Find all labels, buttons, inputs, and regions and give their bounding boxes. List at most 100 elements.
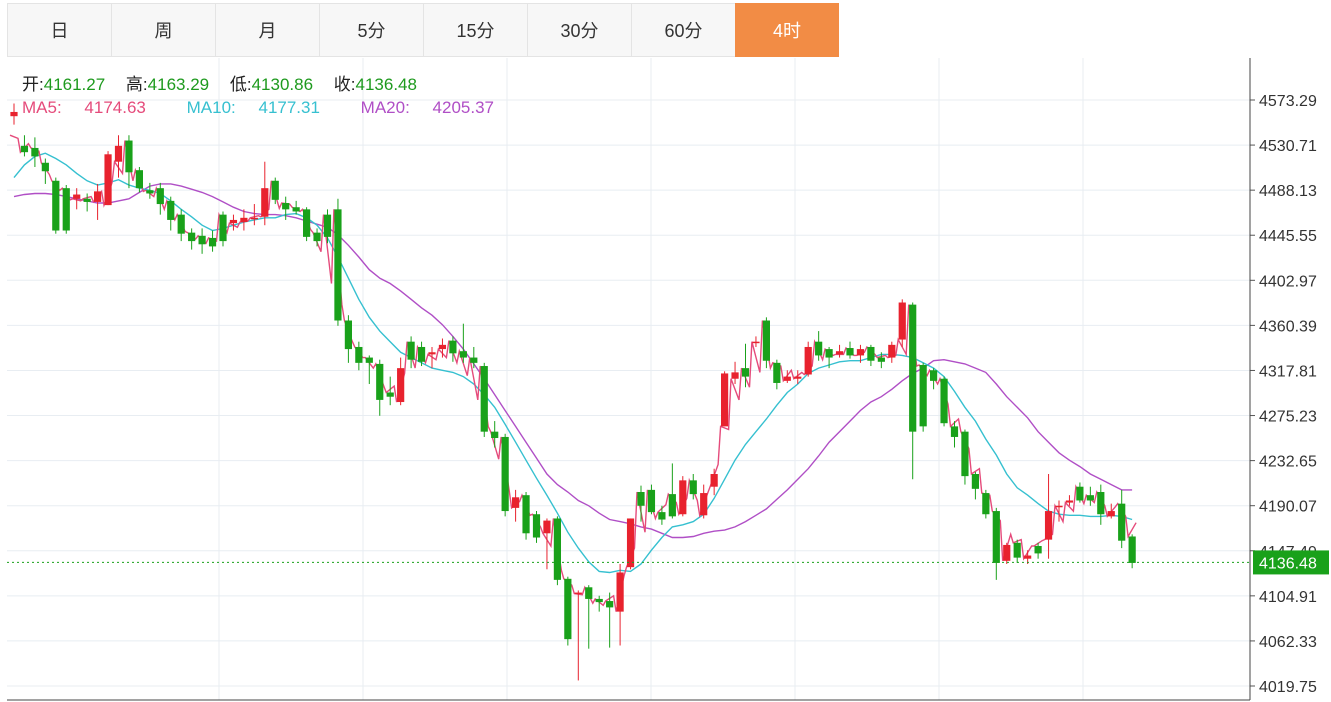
candle[interactable] <box>62 184 70 234</box>
candle[interactable] <box>1097 484 1105 525</box>
candle-body <box>762 320 770 361</box>
candle[interactable] <box>365 355 373 385</box>
candle[interactable] <box>73 188 81 210</box>
candle[interactable] <box>355 341 363 371</box>
candle[interactable] <box>208 230 217 252</box>
candle-body <box>229 219 238 224</box>
candle[interactable] <box>428 346 436 369</box>
candle[interactable] <box>773 359 781 390</box>
y-tick-label: 4445.55 <box>1259 228 1317 245</box>
candle[interactable] <box>10 103 18 125</box>
candle[interactable] <box>668 463 676 519</box>
candle[interactable] <box>919 362 927 432</box>
candle[interactable] <box>522 492 530 540</box>
candle[interactable] <box>313 228 321 247</box>
candle[interactable] <box>438 338 447 358</box>
candle[interactable] <box>83 193 91 212</box>
candle[interactable] <box>909 302 917 480</box>
candle[interactable] <box>741 343 750 388</box>
candle-body <box>961 431 969 477</box>
candle-body <box>428 352 436 355</box>
candle[interactable] <box>491 421 499 448</box>
candle[interactable] <box>971 471 979 500</box>
candle[interactable] <box>1086 486 1094 506</box>
candle[interactable] <box>417 341 426 367</box>
candle[interactable] <box>835 344 844 358</box>
candle[interactable] <box>480 362 488 437</box>
high-label: 高: <box>125 75 148 94</box>
candle[interactable] <box>992 507 1000 580</box>
candle[interactable] <box>271 177 279 205</box>
candle[interactable] <box>867 344 875 367</box>
candle[interactable] <box>898 299 906 347</box>
candle[interactable] <box>104 151 112 206</box>
candle[interactable] <box>846 341 854 359</box>
candle[interactable] <box>585 585 593 649</box>
candle[interactable] <box>303 207 311 242</box>
candle[interactable] <box>41 158 49 184</box>
candle-body <box>303 209 311 237</box>
ma10-label: MA10: <box>186 98 236 117</box>
candle[interactable] <box>961 429 969 485</box>
candle[interactable] <box>229 214 238 231</box>
candle[interactable] <box>52 177 60 234</box>
candle[interactable] <box>700 484 708 519</box>
candle-body <box>950 426 959 437</box>
candle[interactable] <box>888 341 896 363</box>
candle[interactable] <box>637 485 645 522</box>
candle-body <box>292 207 300 212</box>
candle[interactable] <box>292 200 300 215</box>
candle[interactable] <box>94 183 102 220</box>
candle[interactable] <box>167 196 175 231</box>
candle[interactable] <box>20 135 29 157</box>
candle[interactable] <box>1118 489 1126 549</box>
candle[interactable] <box>1044 474 1053 559</box>
candle-body <box>323 214 332 237</box>
candle[interactable] <box>804 341 812 377</box>
candle[interactable] <box>156 182 164 215</box>
candle-body <box>41 162 49 172</box>
candle[interactable] <box>532 511 541 543</box>
candle[interactable] <box>930 368 938 390</box>
candle[interactable] <box>261 161 269 226</box>
candle[interactable] <box>323 209 332 244</box>
candle[interactable] <box>940 376 948 427</box>
candle[interactable] <box>658 505 666 525</box>
candle[interactable] <box>982 489 990 519</box>
candle[interactable] <box>376 359 384 416</box>
candle[interactable] <box>198 228 206 254</box>
candle[interactable] <box>125 135 133 189</box>
candle[interactable] <box>31 137 39 168</box>
candle[interactable] <box>1076 482 1084 503</box>
candle[interactable] <box>512 489 520 522</box>
ma5-readout: MA5: 4174.63 <box>22 98 164 117</box>
candle[interactable] <box>501 433 509 517</box>
candle[interactable] <box>553 516 561 586</box>
candle-body <box>114 145 123 162</box>
candle[interactable] <box>710 468 718 496</box>
candle[interactable] <box>574 590 582 681</box>
candle[interactable] <box>1003 542 1011 564</box>
candle[interactable] <box>721 371 729 427</box>
candle[interactable] <box>459 323 467 363</box>
candle[interactable] <box>762 317 770 369</box>
candle[interactable] <box>616 563 624 646</box>
candle[interactable] <box>397 357 405 406</box>
candle[interactable] <box>1128 534 1136 569</box>
chart-grid: 4573.29 4530.71 4488.13 4445.55 4402.97 4360.… <box>7 58 1317 701</box>
candle[interactable] <box>219 211 227 247</box>
candle[interactable] <box>679 476 687 517</box>
candle[interactable] <box>564 576 572 646</box>
candle[interactable] <box>250 204 258 226</box>
candle[interactable] <box>626 518 635 570</box>
candle[interactable] <box>825 346 833 369</box>
candle[interactable] <box>731 361 739 385</box>
candle[interactable] <box>177 209 185 242</box>
candle[interactable] <box>334 198 342 326</box>
candle-body <box>135 170 143 189</box>
candle[interactable] <box>344 315 352 363</box>
low-value: 4130.86 <box>251 75 314 94</box>
candle[interactable] <box>188 228 196 250</box>
candle[interactable] <box>1013 539 1021 563</box>
candle[interactable] <box>647 484 656 515</box>
